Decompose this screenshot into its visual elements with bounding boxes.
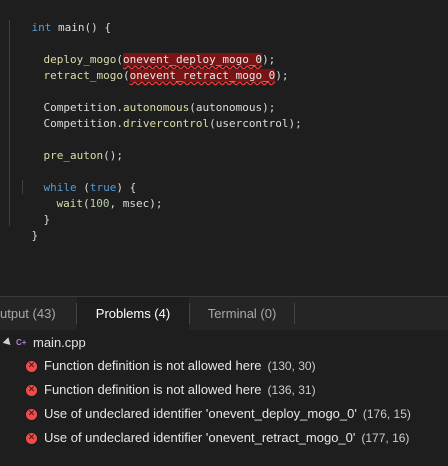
code-editor[interactable]: int main() { deploy_mogo(onevent_deploy_…	[0, 0, 448, 296]
code-line-while[interactable]: while (true) {	[17, 164, 137, 194]
paren: (	[122, 69, 130, 82]
problem-message: Use of undeclared identifier 'onevent_re…	[44, 430, 356, 445]
problem-location: (177, 16)	[361, 431, 410, 445]
error-icon: ✕	[26, 361, 37, 373]
code-text: main() {	[51, 21, 111, 34]
error-squiggle-retract[interactable]: onevent_retract_mogo_0	[129, 69, 276, 82]
tab-output-label: utput (43)	[0, 306, 56, 321]
code-args: , msec);	[109, 197, 163, 210]
code-line-retract[interactable]: retract_mogo(onevent_retract_mogo_0);	[17, 52, 289, 82]
function-name: retract_mogo	[43, 69, 123, 82]
tab-terminal-label: Terminal (0)	[207, 306, 277, 321]
function-name: pre_auton	[43, 149, 104, 162]
code-line-autonomous[interactable]: Competition.autonomous(autonomous);	[17, 84, 276, 114]
code-args: ();	[103, 149, 123, 162]
code-line-wait[interactable]: wait(100, msec);	[30, 180, 163, 210]
problem-message: Use of undeclared identifier 'onevent_de…	[44, 406, 357, 421]
brace: }	[43, 213, 51, 226]
code-line-deploy[interactable]: deploy_mogo(onevent_deploy_mogo_0);	[17, 36, 275, 66]
problem-item[interactable]: ✕ Function definition is not allowed here…	[26, 380, 316, 400]
tab-problems-label: Problems (4)	[95, 306, 171, 321]
panel-tab-bar: utput (43) Problems (4) Terminal (0)	[0, 296, 448, 330]
code-line-drivercontrol[interactable]: Competition.drivercontrol(usercontrol);	[17, 100, 302, 130]
code-line-pre-auton[interactable]: pre_auton();	[17, 132, 123, 162]
problems-panel: C+ main.cpp ✕ Function definition is not …	[0, 330, 448, 466]
code-line-close-main[interactable]: }	[5, 212, 39, 242]
function-name: wait	[56, 197, 84, 210]
brace: }	[31, 229, 39, 242]
problem-location: (176, 15)	[362, 407, 411, 421]
problem-file-group[interactable]: C+ main.cpp	[0, 332, 448, 354]
tab-terminal[interactable]: Terminal (0)	[190, 297, 294, 330]
problem-item[interactable]: ✕ Use of undeclared identifier 'onevent_d…	[26, 404, 411, 424]
code-line-close-while[interactable]: }	[17, 196, 51, 226]
error-icon: ✕	[26, 409, 37, 421]
code-args: (usercontrol);	[209, 117, 302, 130]
problem-message: Function definition is not allowed here	[44, 382, 262, 397]
method-name: drivercontrol	[122, 117, 210, 130]
file-name: main.cpp	[33, 335, 86, 350]
tab-divider	[294, 303, 295, 324]
tab-problems[interactable]: Problems (4)	[77, 297, 189, 330]
problem-message: Function definition is not allowed here	[44, 358, 262, 373]
problem-location: (136, 31)	[267, 383, 316, 397]
tab-output[interactable]: utput (43)	[0, 297, 76, 330]
keyword: int	[31, 21, 52, 34]
error-icon: ✕	[26, 385, 37, 397]
cpp-icon-plus: +	[21, 338, 27, 347]
code-line-1[interactable]: int main() {	[5, 4, 111, 34]
cpp-icon-letter: C	[16, 338, 22, 347]
paren: (	[83, 197, 90, 210]
paren: );	[275, 69, 289, 82]
cpp-file-icon: C+	[16, 334, 26, 358]
error-icon: ✕	[26, 433, 37, 445]
chevron-down-icon[interactable]	[2, 337, 14, 348]
problem-item[interactable]: ✕ Use of undeclared identifier 'onevent_r…	[26, 428, 409, 448]
problem-location: (130, 30)	[267, 359, 316, 373]
problem-item[interactable]: ✕ Function definition is not allowed here…	[26, 356, 316, 376]
object-name: Competition.	[43, 117, 123, 130]
number-literal: 100	[89, 197, 110, 210]
